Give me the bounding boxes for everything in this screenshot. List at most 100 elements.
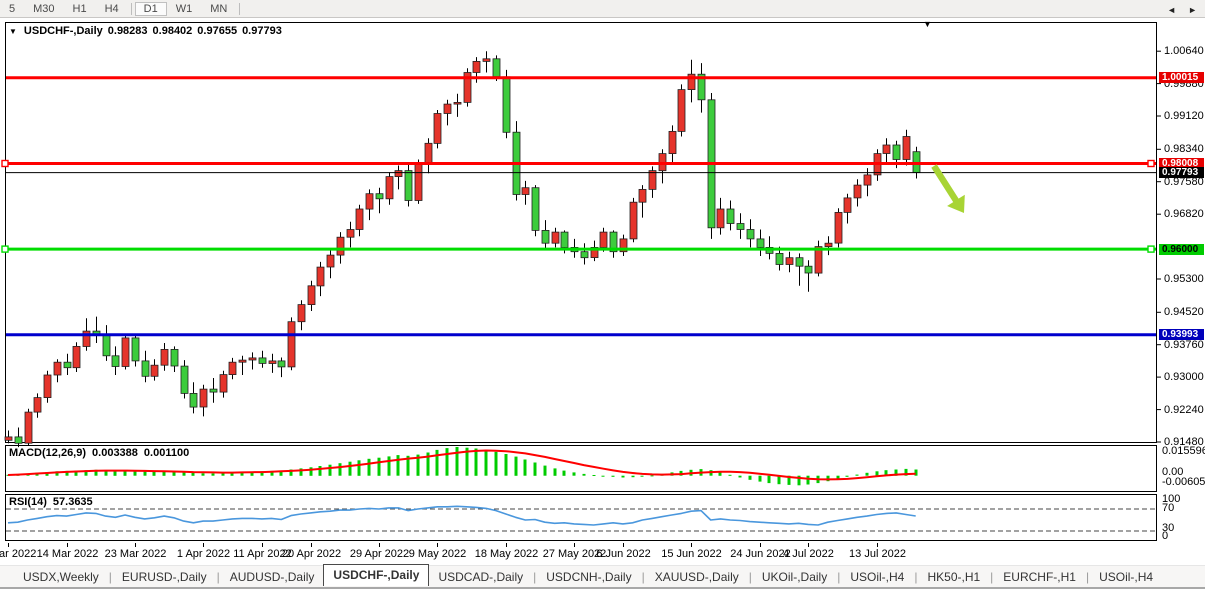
candle-bullish: [73, 346, 80, 367]
macd-histogram-bar: [749, 476, 752, 480]
macd-histogram-bar: [339, 463, 342, 476]
ohlc-high: 0.98402: [153, 25, 193, 37]
time-axis-label: 18 May 2022: [475, 548, 539, 560]
macd-histogram-bar: [544, 466, 547, 476]
macd-histogram-bar: [768, 476, 771, 483]
hline-handle-resistance-0.98008[interactable]: [1148, 161, 1154, 167]
ohlc-open: 0.98283: [108, 25, 148, 37]
time-axis-label: 20 Apr 2022: [282, 548, 341, 560]
candle-bearish: [532, 188, 539, 231]
macd-histogram-bar: [358, 460, 361, 476]
macd-histogram-bar: [866, 473, 869, 476]
chart-canvas[interactable]: [0, 0, 1205, 589]
candle-bearish: [737, 224, 744, 230]
sell-arrow-annotation[interactable]: [931, 164, 965, 213]
chart-shift-triangle-icon[interactable]: ▼: [923, 19, 932, 29]
candle-bearish: [493, 59, 500, 77]
macd-histogram-bar: [846, 476, 849, 477]
candle-bullish: [308, 286, 315, 305]
candle-bullish: [864, 175, 871, 185]
macd-histogram-bar: [173, 472, 176, 476]
candle-bearish: [376, 194, 383, 199]
price-axis-label: 0.95300: [1164, 273, 1204, 285]
macd-indicator-label: MACD(12,26,9) 0.003388 0.001100: [9, 447, 189, 459]
candle-bullish: [854, 185, 861, 198]
candle-bullish: [717, 209, 724, 228]
macd-histogram-bar: [573, 472, 576, 475]
macd-histogram-bar: [456, 447, 459, 476]
candle-bullish: [269, 361, 276, 364]
macd-histogram-bar: [856, 475, 859, 476]
price-axis-label: 0.96820: [1164, 208, 1204, 220]
macd-histogram-bar: [524, 460, 527, 476]
candle-bullish: [386, 177, 393, 199]
time-axis-label: 14 Mar 2022: [37, 548, 99, 560]
macd-histogram-bar: [759, 476, 762, 482]
candle-bullish: [288, 322, 295, 367]
candle-bearish: [561, 232, 568, 247]
macd-histogram-bar: [397, 455, 400, 476]
candle-bullish: [151, 365, 158, 376]
macd-histogram-bar: [612, 476, 615, 477]
price-axis-label: 0.94520: [1164, 306, 1204, 318]
rsi-name: RSI(14): [9, 496, 47, 508]
macd-histogram-bar: [183, 472, 186, 475]
candle-bullish: [669, 131, 676, 153]
candle-bearish: [142, 361, 149, 376]
price-axis-label: 0.93760: [1164, 339, 1204, 351]
candle-bullish: [649, 171, 656, 190]
time-axis-label: 15 Jun 2022: [661, 548, 722, 560]
candle-bearish: [132, 338, 139, 361]
macd-histogram-bar: [163, 472, 166, 476]
candle-bearish: [503, 77, 510, 133]
macd-histogram-bar: [495, 452, 498, 476]
macd-histogram-bar: [192, 473, 195, 476]
candle-bearish: [747, 230, 754, 239]
macd-histogram-bar: [212, 474, 215, 476]
rsi-indicator-label: RSI(14) 57.3635: [9, 496, 93, 508]
candle-bullish: [844, 198, 851, 213]
macd-histogram-bar: [807, 476, 810, 485]
candle-bullish: [444, 104, 451, 113]
candle-bullish: [25, 412, 32, 443]
candle-bullish: [425, 143, 432, 164]
rsi-value: 57.3635: [53, 496, 93, 508]
time-axis-label: 9 May 2022: [409, 548, 466, 560]
macd-histogram-bar: [651, 475, 654, 476]
macd-histogram-bar: [475, 449, 478, 476]
macd-main-value: 0.003388: [92, 447, 138, 459]
candle-bearish: [776, 253, 783, 264]
hline-handle-resistance-0.98008[interactable]: [2, 161, 8, 167]
candle-bullish: [434, 114, 441, 144]
candle-bearish: [15, 437, 22, 443]
candle-bullish: [200, 389, 207, 407]
hline-handle-support-0.96000[interactable]: [1148, 246, 1154, 252]
macd-histogram-bar: [554, 468, 557, 475]
candle-bearish: [542, 230, 549, 243]
macd-name: MACD(12,26,9): [9, 447, 86, 459]
macd-axis-max: 0.015596: [1162, 445, 1205, 457]
candle-bearish: [112, 356, 119, 367]
price-axis-label: 0.93000: [1164, 371, 1204, 383]
macd-histogram-bar: [378, 458, 381, 476]
macd-histogram-bar: [515, 457, 518, 476]
macd-histogram-bar: [222, 473, 225, 475]
candle-bearish: [190, 393, 197, 407]
time-axis-label: 24 Jun 2022: [730, 548, 791, 560]
price-badge-0.97793: 0.97793: [1159, 167, 1204, 178]
macd-histogram-bar: [641, 476, 644, 477]
candle-bearish: [278, 361, 285, 367]
candle-bullish: [347, 230, 354, 238]
macd-histogram-bar: [349, 462, 352, 476]
time-axis-label: 4 Jul 2022: [783, 548, 834, 560]
macd-histogram-bar: [534, 463, 537, 476]
time-axis-label: 6 Jun 2022: [596, 548, 650, 560]
symbol-collapse-icon[interactable]: ▼: [9, 27, 17, 36]
hline-handle-support-0.96000[interactable]: [2, 246, 8, 252]
candle-bullish: [5, 437, 12, 440]
macd-axis-min: -0.00605: [1162, 476, 1205, 488]
candle-bearish: [893, 145, 900, 160]
candle-bullish: [825, 243, 832, 246]
time-axis-label: 23 Mar 2022: [105, 548, 167, 560]
macd-histogram-bar: [563, 471, 566, 476]
